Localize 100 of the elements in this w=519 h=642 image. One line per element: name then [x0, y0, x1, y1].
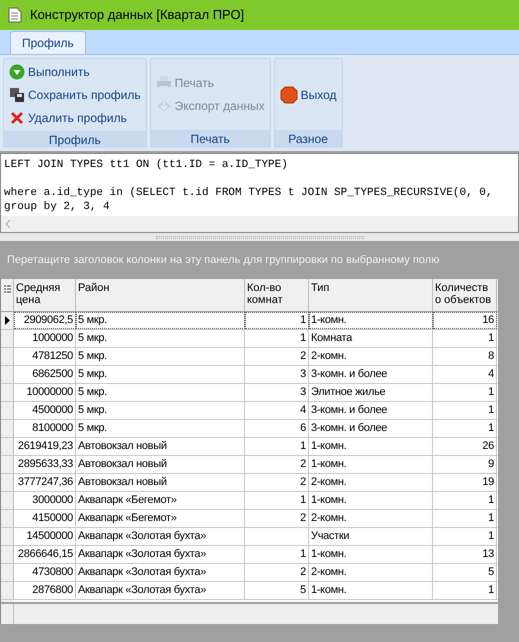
- table-cell: 6862500: [14, 366, 76, 383]
- table-cell: 1-комн.: [309, 546, 433, 563]
- table-row[interactable]: 6862500 5 мкр. 3 3-комн. и более 4: [1, 366, 498, 384]
- table-row[interactable]: 2895633,33 Автовокзал новый 2 1-комн. 9: [1, 456, 498, 474]
- table-cell: 26: [433, 438, 497, 455]
- row-indicator: [1, 456, 14, 473]
- table-cell: Аквапарк «Бегемот»: [76, 510, 245, 527]
- row-indicator: [1, 384, 14, 401]
- table-cell: 2: [245, 348, 309, 365]
- table-cell: 5 мкр.: [76, 420, 245, 437]
- ribbon-button[interactable]: Выполнить: [7, 62, 143, 82]
- table-cell: 1: [433, 528, 497, 545]
- table-row[interactable]: 2909062,5 5 мкр. 1 1-комн. 16: [1, 312, 498, 330]
- table-cell: 1-комн.: [309, 456, 433, 473]
- current-row-icon: [4, 316, 10, 325]
- table-cell: 1-комн.: [309, 438, 433, 455]
- table-cell: 2-комн.: [309, 564, 433, 581]
- table-cell: 5 мкр.: [76, 366, 245, 383]
- table-cell: 1: [245, 546, 309, 563]
- table-cell: 5 мкр.: [76, 348, 245, 365]
- table-cell: 2895633,33: [14, 456, 76, 473]
- floppy-stack-icon: [9, 87, 25, 103]
- group-label: Печать: [150, 130, 270, 147]
- column-header[interactable]: Район: [76, 279, 245, 311]
- table-cell: 10000000: [14, 384, 76, 401]
- row-indicator: [1, 492, 14, 509]
- row-indicator: [1, 546, 14, 563]
- table-cell: Участки: [309, 528, 433, 545]
- table-cell: Автовокзал новый: [76, 456, 245, 473]
- table-row[interactable]: 2866646,15 Аквапарк «Золотая бухта» 1 1-комн. 13: [1, 546, 498, 564]
- table-cell: 1-комн.: [309, 582, 433, 599]
- table-row[interactable]: 3777247,36 Автовокзал новый 2 2-комн. 19: [1, 474, 498, 492]
- column-header[interactable]: Тип: [309, 279, 433, 311]
- table-cell: 16: [433, 312, 497, 329]
- table-cell: 3777247,36: [14, 474, 76, 491]
- sql-editor[interactable]: LEFT JOIN TYPES tt1 ON (tt1.ID = a.ID_TYPE) where a.id_type in (SELECT t.id FROM TYPES t JOIN SP_TYPES_RECURSIVE(0, 0, group by 2, 3, 4: [0, 153, 519, 233]
- table-cell: 1: [245, 492, 309, 509]
- table-cell: 2-комн.: [309, 474, 433, 491]
- column-chooser-icon[interactable]: [4, 285, 10, 294]
- table-cell: 1: [433, 420, 497, 437]
- table-cell: 19: [433, 474, 497, 491]
- table-cell: 1: [433, 582, 497, 599]
- table-cell: 2: [245, 474, 309, 491]
- table-cell: 3000000: [14, 492, 76, 509]
- row-indicator: [1, 510, 14, 527]
- table-row[interactable]: 4150000 Аквапарк «Бегемот» 2 2-комн. 1: [1, 510, 498, 528]
- document-icon: [8, 7, 22, 23]
- horizontal-scrollbar[interactable]: [1, 216, 518, 232]
- table-row[interactable]: 3000000 Аквапарк «Бегемот» 1 1-комн. 1: [1, 492, 498, 510]
- ribbon-button[interactable]: Сохранить профиль: [7, 85, 143, 105]
- table-cell: 2-комн.: [309, 510, 433, 527]
- ribbon-button[interactable]: Удалить профиль: [7, 108, 143, 128]
- table-cell: 2909062,5: [14, 312, 76, 329]
- table-cell: Комната: [309, 330, 433, 347]
- table-cell: Аквапарк «Бегемот»: [76, 492, 245, 509]
- table-cell: 4150000: [14, 510, 76, 527]
- row-indicator: [1, 420, 14, 437]
- table-row[interactable]: 2876800 Аквапарк «Золотая бухта» 5 1-комн. 1: [1, 582, 498, 600]
- table-row[interactable]: 2619419,23 Автовокзал новый 1 1-комн. 26: [1, 438, 498, 456]
- table-cell: 1: [433, 402, 497, 419]
- row-indicator: [1, 348, 14, 365]
- splitter[interactable]: [0, 233, 519, 241]
- table-row[interactable]: 4730800 Аквапарк «Золотая бухта» 2 2-комн. 5: [1, 564, 498, 582]
- table-row[interactable]: 4500000 5 мкр. 4 3-комн. и более 1: [1, 402, 498, 420]
- row-indicator: [1, 402, 14, 419]
- table-cell: 4: [245, 402, 309, 419]
- table-cell: 4781250: [14, 348, 76, 365]
- table-row[interactable]: 8100000 5 мкр. 6 3-комн. и более 1: [1, 420, 498, 438]
- code-line: group by 2, 3, 4: [4, 200, 111, 214]
- column-header[interactable]: Кол-во комнат: [245, 279, 309, 311]
- table-cell: 1: [433, 510, 497, 527]
- column-header[interactable]: Средняя цена: [14, 279, 76, 311]
- row-indicator: [1, 564, 14, 581]
- table-row[interactable]: 10000000 5 мкр. 3 Элитное жилье 1: [1, 384, 498, 402]
- table-cell: 5: [245, 582, 309, 599]
- table-cell: 2866646,15: [14, 546, 76, 563]
- table-cell: 6: [245, 420, 309, 437]
- table-cell: 1: [245, 330, 309, 347]
- scroll-left-icon: [5, 220, 11, 228]
- ribbon-button[interactable]: Выход: [278, 84, 339, 104]
- table-cell: Аквапарк «Золотая бухта»: [76, 528, 245, 545]
- ribbon-tab[interactable]: Профиль: [10, 31, 86, 54]
- printer-icon: [156, 75, 172, 91]
- delete-icon: [9, 110, 25, 126]
- table-cell: 4500000: [14, 402, 76, 419]
- code-line: where a.id_type in (SELECT t.id FROM TYPES t JOIN SP_TYPES_RECURSIVE(0, 0,: [4, 186, 494, 200]
- table-cell: 2619419,23: [14, 438, 76, 455]
- table-row[interactable]: 1000000 5 мкр. 1 Комната 1: [1, 330, 498, 348]
- table-cell: 3: [245, 366, 309, 383]
- table-cell: 5: [433, 564, 497, 581]
- table-cell: 3-комн. и более: [309, 420, 433, 437]
- table-cell: 1-комн.: [309, 492, 433, 509]
- table-cell: 2: [245, 456, 309, 473]
- row-indicator: [1, 474, 14, 491]
- table-cell: 5 мкр.: [76, 312, 245, 329]
- table-row[interactable]: 4781250 5 мкр. 2 2-комн. 8: [1, 348, 498, 366]
- table-cell: Автовокзал новый: [76, 474, 245, 491]
- table-cell: 3-комн. и более: [309, 366, 433, 383]
- table-row[interactable]: 14500000 Аквапарк «Золотая бухта» Участки 1: [1, 528, 498, 546]
- column-header[interactable]: Количеств о объектов: [433, 279, 497, 311]
